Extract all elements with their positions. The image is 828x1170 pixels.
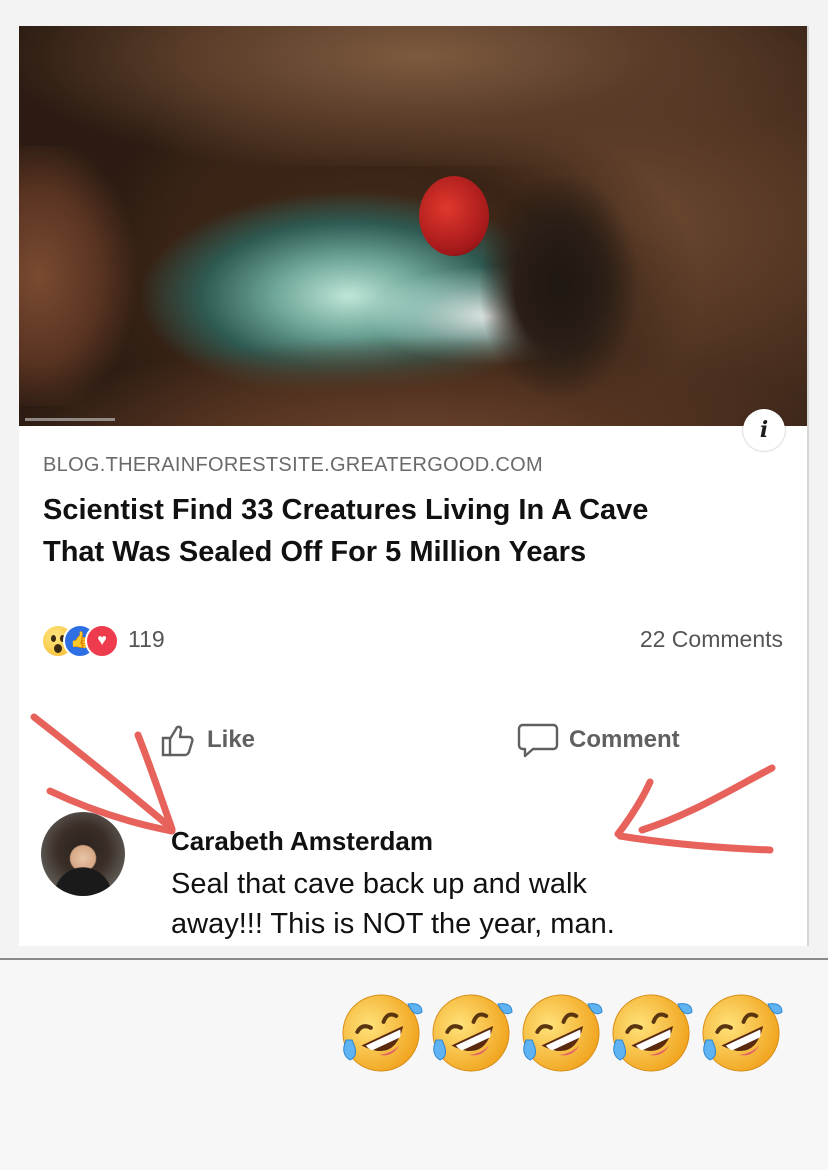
caver-helmet xyxy=(419,176,489,256)
comment-text-line-2: away!!! This is NOT the year, man. xyxy=(171,908,615,940)
comment-text-line-1: Seal that cave back up and walk xyxy=(171,868,587,900)
link-title-line-1: Scientist Find 33 Creatures Living In A … xyxy=(43,494,649,526)
comment-label: Comment xyxy=(569,726,680,753)
caver-figure xyxy=(479,176,639,406)
right-arrow-annotation xyxy=(614,764,776,854)
comment-button[interactable]: Comment xyxy=(517,720,680,760)
photo-credit-mark xyxy=(25,418,115,421)
reaction-count: 119 xyxy=(128,626,165,652)
info-icon[interactable]: i xyxy=(743,409,785,451)
link-title-line-2: That Was Sealed Off For 5 Million Years xyxy=(43,536,587,568)
link-title[interactable]: Scientist Find 33 Creatures Living In A … xyxy=(43,489,783,573)
cave-rock-top xyxy=(19,26,807,166)
link-domain[interactable]: BLOG.THERAINFORESTSITE.GREATERGOOD.COM xyxy=(43,454,543,477)
love-reaction-icon: ♥ xyxy=(85,624,119,658)
comment-text: Seal that cave back up and walk away!!! … xyxy=(171,864,751,944)
like-label: Like xyxy=(207,726,256,753)
divider xyxy=(0,958,828,960)
rolling-on-floor-laughing-emoji xyxy=(522,994,603,1072)
rolling-on-floor-laughing-emoji xyxy=(432,994,513,1072)
link-preview-photo[interactable] xyxy=(19,26,807,426)
commenter-name[interactable]: Carabeth Amsterdam xyxy=(171,826,433,857)
speech-bubble-icon xyxy=(517,723,559,758)
rolling-on-floor-laughing-emoji xyxy=(342,994,423,1072)
comments-count[interactable]: 22 Comments xyxy=(640,626,783,653)
screenshot-frame: i BLOG.THERAINFORESTSITE.GREATERGOOD.COM… xyxy=(0,0,828,958)
cave-rock-bottom xyxy=(19,326,807,426)
rolling-on-floor-laughing-emoji xyxy=(612,994,693,1072)
left-arrow-annotation xyxy=(30,713,176,835)
rolling-on-floor-laughing-emoji xyxy=(702,994,783,1072)
